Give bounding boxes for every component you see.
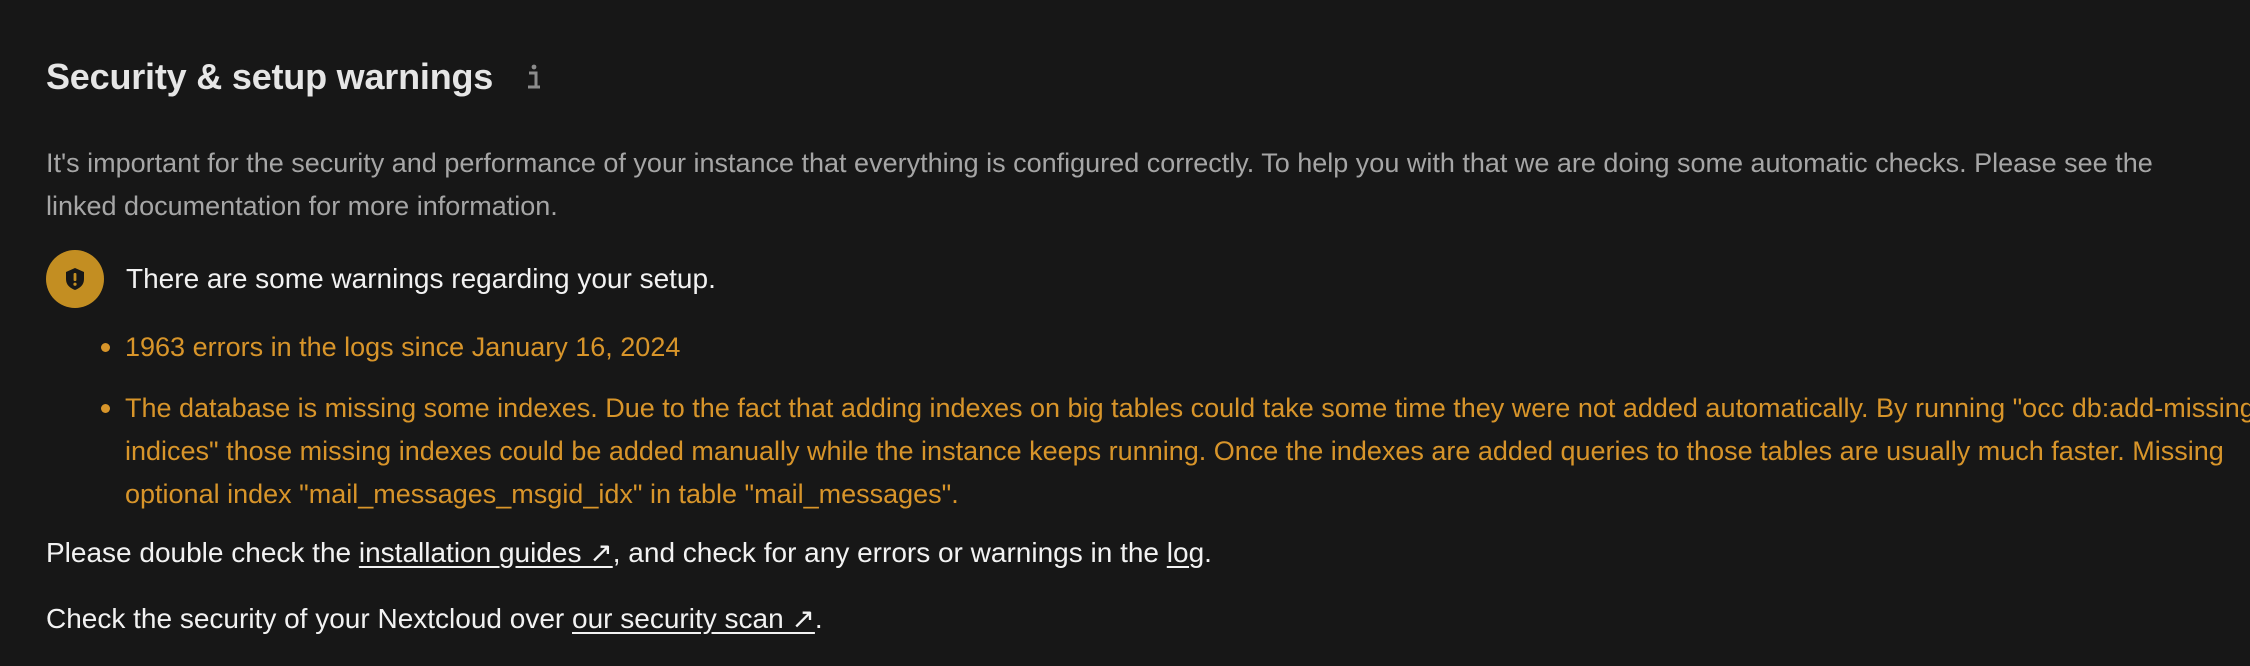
warning-list: 1963 errors in the logs since January 16… [46,326,2250,534]
check-middle: , and check for any errors or warnings i… [612,537,1167,568]
log-link[interactable]: log [1167,537,1204,568]
scan-prefix: Check the security of your Nextcloud ove… [46,603,573,634]
exclamation-shield-icon [46,250,104,308]
check-suffix: . [1204,537,1212,568]
info-icon-glyph [528,64,541,89]
bullet-icon [101,404,110,413]
section-title: Security & setup warnings [46,56,494,97]
bullet-icon [101,343,110,352]
double-check-line: Please double check the installation gui… [46,536,1212,569]
warning-item-text: 1963 errors in the logs since January 16… [125,332,681,362]
check-prefix: Please double check the [46,537,359,568]
security-scan-line: Check the security of your Nextcloud ove… [46,602,823,635]
section-header: Security & setup warnings [46,56,545,98]
security-scan-link[interactable]: our security scan ↗ [572,603,815,634]
list-item: The database is missing some indexes. Du… [101,387,2250,516]
warning-summary: There are some warnings regarding your s… [46,250,716,308]
warning-item-text: The database is missing some indexes. Du… [125,393,2250,509]
scan-suffix: . [814,603,823,634]
intro-text: It's important for the security and perf… [46,148,2153,221]
list-item: 1963 errors in the logs since January 16… [101,326,2250,369]
security-setup-section: Security & setup warnings It's important… [0,0,2250,666]
warning-message: There are some warnings regarding your s… [126,263,716,294]
installation-guides-link[interactable]: installation guides ↗ [359,537,613,568]
info-icon[interactable] [523,61,545,93]
